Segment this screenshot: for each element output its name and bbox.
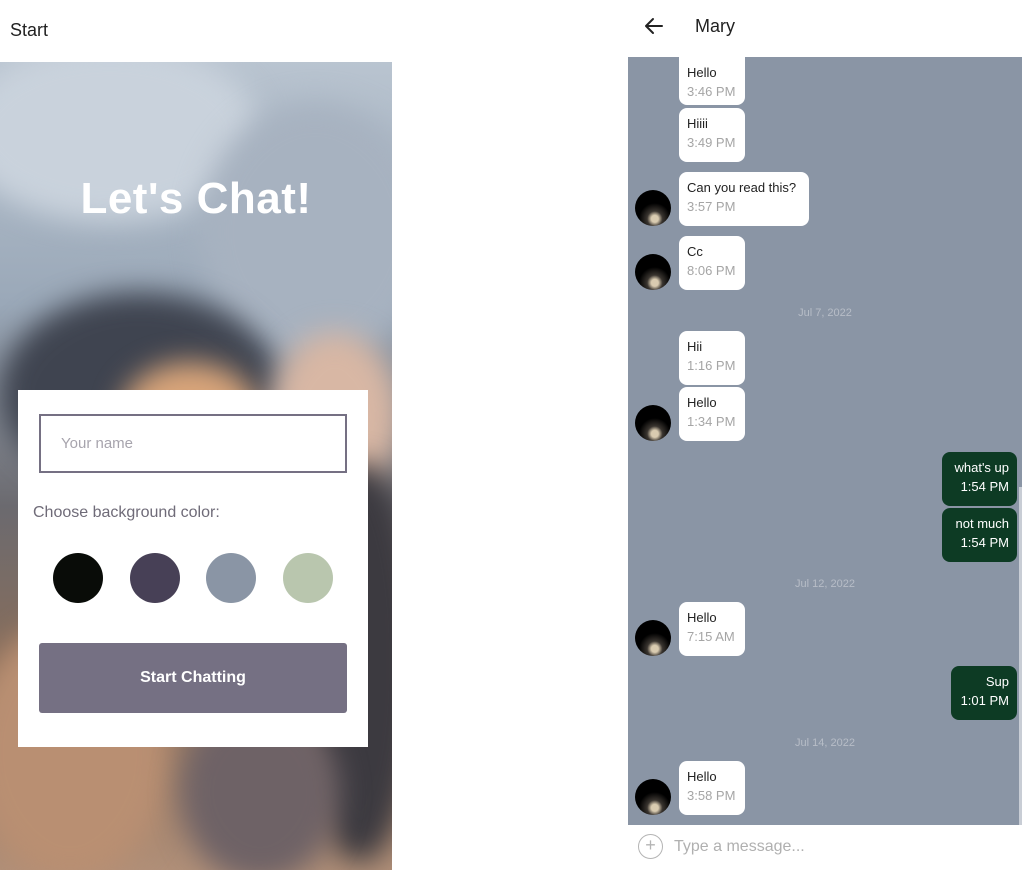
message-list[interactable]: Hello 3:46 PM Hiiii 3:49 PM Can you read… (628, 57, 1022, 825)
message-time: 3:58 PM (687, 788, 736, 803)
message-time: 1:54 PM (960, 535, 1009, 550)
avatar[interactable] (635, 779, 671, 815)
avatar[interactable] (635, 254, 671, 290)
message-bubble-own[interactable]: what's up 1:54 PM (942, 452, 1017, 506)
color-swatch-green[interactable] (283, 553, 333, 603)
color-swatch-purple[interactable] (130, 553, 180, 603)
message-time: 3:49 PM (687, 135, 736, 150)
message-time: 8:06 PM (687, 263, 736, 278)
start-chatting-button[interactable]: Start Chatting (39, 643, 347, 713)
chat-screen: Mary Hello 3:46 PM Hiiii 3:49 PM Can you… (628, 0, 1023, 870)
start-header-title: Start (10, 20, 49, 40)
message-time: 1:54 PM (960, 479, 1009, 494)
message-bubble[interactable]: Cc 8:06 PM (679, 236, 745, 290)
message-input-bar: + (628, 825, 1023, 870)
message-bubble-own[interactable]: not much 1:54 PM (942, 508, 1017, 562)
message-text: not much (955, 516, 1009, 531)
message-time: 1:16 PM (687, 358, 736, 373)
day-separator: Jul 14, 2022 (795, 737, 855, 749)
message-bubble-own[interactable]: Sup 1:01 PM (951, 666, 1017, 720)
message-text: what's up (954, 460, 1009, 475)
color-swatch-black[interactable] (53, 553, 103, 603)
color-label: Choose background color: (33, 504, 220, 521)
message-bubble[interactable]: Hello 3:46 PM (679, 57, 745, 105)
avatar[interactable] (635, 620, 671, 656)
message-text: Hello (687, 769, 717, 784)
message-bubble[interactable]: Hii 1:16 PM (679, 331, 745, 385)
avatar[interactable] (635, 190, 671, 226)
message-time: 1:01 PM (960, 693, 1009, 708)
message-text: Hello (687, 610, 717, 625)
message-text: Cc (687, 244, 703, 259)
name-input[interactable] (39, 414, 347, 473)
start-form-card: Choose background color: Start Chatting (18, 390, 368, 747)
message-input[interactable] (674, 832, 1004, 862)
message-text: Hello (687, 395, 717, 410)
message-text: Hello (687, 65, 717, 80)
add-circle-icon[interactable]: + (638, 834, 663, 859)
avatar[interactable] (635, 405, 671, 441)
message-bubble[interactable]: Hiiii 3:49 PM (679, 108, 745, 162)
chat-header: Mary (628, 0, 1023, 57)
message-text: Sup (985, 674, 1009, 689)
message-bubble[interactable]: Hello 3:58 PM (679, 761, 745, 815)
message-time: 3:46 PM (687, 84, 736, 99)
message-time: 1:34 PM (687, 414, 736, 429)
message-bubble[interactable]: Hello 1:34 PM (679, 387, 745, 441)
message-bubble[interactable]: Can you read this? 3:57 PM (679, 172, 809, 226)
back-arrow-icon[interactable] (640, 12, 668, 40)
color-swatch-gray-blue[interactable] (206, 553, 256, 603)
day-separator: Jul 7, 2022 (798, 307, 852, 319)
message-text: Can you read this? (687, 180, 797, 195)
message-text: Hii (687, 339, 703, 354)
message-bubble[interactable]: Hello 7:15 AM (679, 602, 745, 656)
message-text: Hiiii (687, 116, 708, 131)
message-time: 3:57 PM (687, 199, 736, 214)
message-time: 7:15 AM (687, 629, 735, 644)
start-screen: Start Let's Chat! Choose background colo… (0, 0, 392, 870)
scrollbar[interactable] (1019, 487, 1022, 825)
start-header: Start (0, 0, 392, 62)
app-title: Let's Chat! (80, 174, 312, 223)
day-separator: Jul 12, 2022 (795, 578, 855, 590)
chat-title: Mary (695, 16, 735, 36)
